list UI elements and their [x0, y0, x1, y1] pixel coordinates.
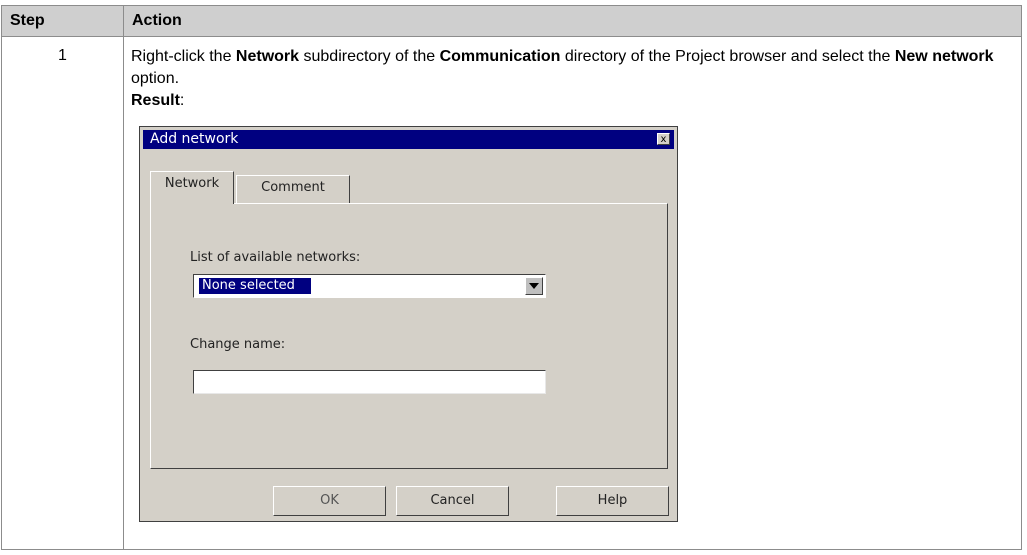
table-row: 1 Right-click the Network subdirectory o… — [1, 36, 1022, 550]
tab-network[interactable]: Network — [150, 171, 234, 204]
cancel-button[interactable]: Cancel — [396, 486, 509, 516]
help-button[interactable]: Help — [556, 486, 669, 516]
step-number: 1 — [1, 36, 124, 550]
result-term: Result — [131, 92, 180, 109]
tab-panel-network — [150, 203, 668, 469]
action-instruction: Right-click the Network subdirectory of … — [131, 46, 1011, 90]
selected-network-value: None selected — [199, 278, 311, 294]
result-label: Result: — [131, 90, 184, 112]
action-text-2: subdirectory of the — [299, 48, 440, 65]
chevron-down-icon — [529, 283, 539, 289]
action-text-3: directory of the Project browser and sel… — [560, 48, 895, 65]
action-text-1: Right-click the — [131, 48, 236, 65]
change-name-label: Change name: — [190, 337, 286, 352]
dialog-titlebar[interactable]: Add network x — [143, 130, 674, 149]
network-term: Network — [235, 48, 300, 65]
network-select[interactable]: None selected — [193, 274, 546, 298]
close-icon: x — [660, 134, 667, 145]
close-button[interactable]: x — [657, 133, 670, 145]
add-network-dialog: Add network x Network Comment List of av… — [139, 126, 678, 522]
communication-term: Communication — [439, 48, 561, 65]
ok-button[interactable]: OK — [273, 486, 386, 516]
procedure-table: Step Action 1 Right-click the Network su… — [1, 5, 1022, 550]
action-cell: Right-click the Network subdirectory of … — [123, 36, 1022, 550]
network-list-label: List of available networks: — [190, 250, 361, 265]
column-header-action: Action — [123, 5, 1022, 37]
new-network-term: New network — [894, 48, 994, 65]
column-header-step: Step — [1, 5, 124, 37]
change-name-input[interactable] — [193, 370, 546, 394]
dialog-title: Add network — [150, 131, 239, 147]
result-colon: : — [179, 92, 185, 109]
action-text-4: option. — [131, 70, 180, 87]
dropdown-button[interactable] — [525, 277, 543, 295]
table-header-row: Step Action — [1, 5, 1022, 37]
tab-comment[interactable]: Comment — [236, 175, 350, 203]
